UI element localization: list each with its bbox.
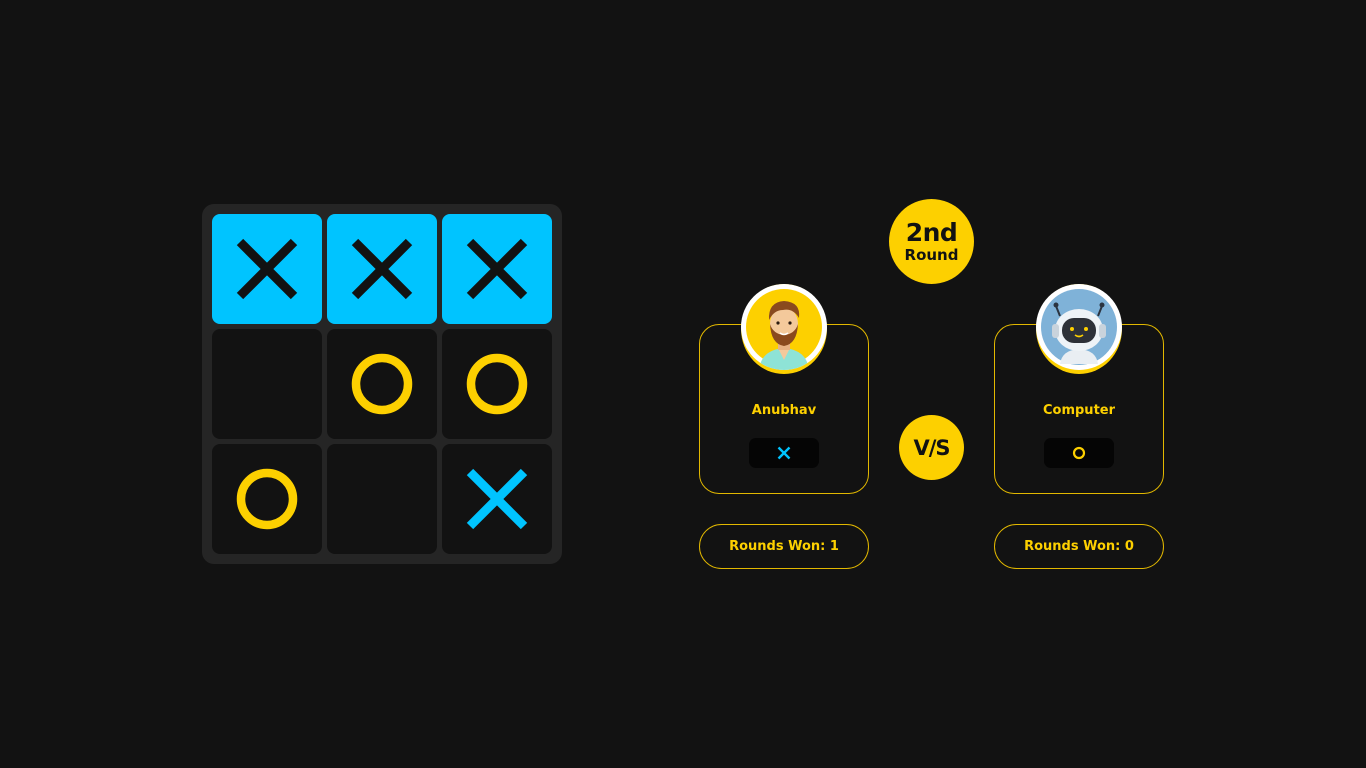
player-name: Anubhav xyxy=(751,403,817,418)
board-cell-7[interactable] xyxy=(212,444,322,554)
x-mark-icon xyxy=(351,238,413,300)
round-badge: 2nd Round xyxy=(889,199,974,284)
x-mark-icon xyxy=(236,238,298,300)
avatar-ring xyxy=(741,284,827,374)
board-cell-3[interactable] xyxy=(442,214,552,324)
game-screen: 2nd Round Anubhav V/S Computer Rounds Wo… xyxy=(0,0,1366,768)
round-word: Round xyxy=(904,246,959,264)
o-mark-icon xyxy=(351,353,413,415)
board-cell-2[interactable] xyxy=(327,214,437,324)
player-card-anubhav: Anubhav xyxy=(699,284,869,494)
board-cell-1[interactable] xyxy=(212,214,322,324)
board-cell-8[interactable] xyxy=(327,444,437,554)
x-symbol-icon xyxy=(777,446,791,460)
player-symbol-chip xyxy=(749,438,819,468)
bearded-man-avatar-icon xyxy=(741,284,827,370)
x-mark-icon xyxy=(466,468,528,530)
avatar-ring xyxy=(1036,284,1122,374)
rounds-won-computer: Rounds Won: 0 xyxy=(994,524,1164,569)
board-cell-5[interactable] xyxy=(327,329,437,439)
player-card-computer: Computer xyxy=(994,284,1164,494)
game-board xyxy=(202,204,562,564)
o-symbol-icon xyxy=(1072,446,1086,460)
board-cell-6[interactable] xyxy=(442,329,552,439)
player-name: Computer xyxy=(1042,403,1116,418)
robot-avatar-icon xyxy=(1036,284,1122,370)
x-mark-icon xyxy=(466,238,528,300)
player-symbol-chip xyxy=(1044,438,1114,468)
board-cell-4[interactable] xyxy=(212,329,322,439)
o-mark-icon xyxy=(466,353,528,415)
o-mark-icon xyxy=(236,468,298,530)
rounds-won-anubhav: Rounds Won: 1 xyxy=(699,524,869,569)
round-ordinal: 2nd xyxy=(905,218,958,247)
board-cell-9[interactable] xyxy=(442,444,552,554)
vs-badge: V/S xyxy=(899,415,964,480)
